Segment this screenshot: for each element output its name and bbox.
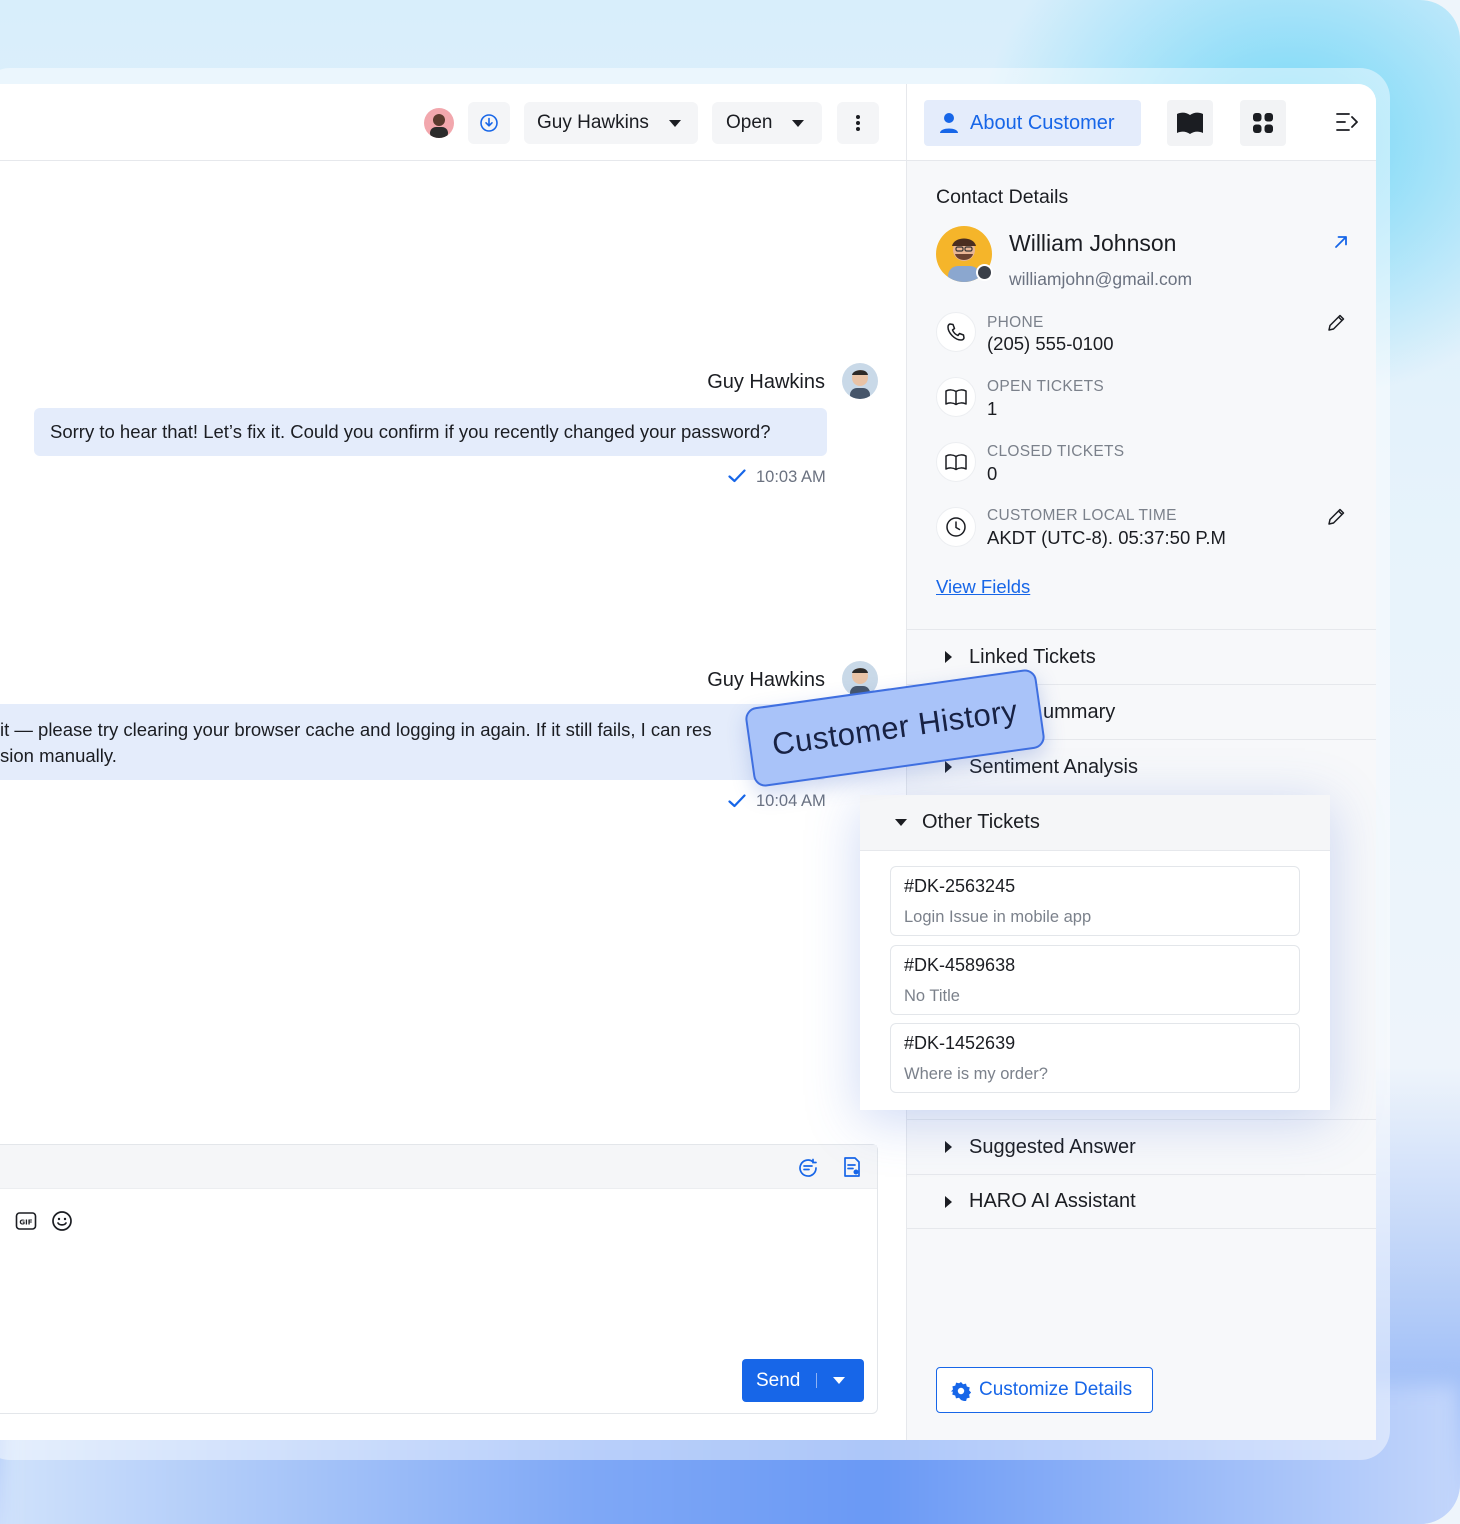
download-button[interactable] <box>468 102 510 144</box>
collapse-panel-icon[interactable] <box>1335 111 1359 133</box>
accordion-label: Linked Tickets <box>969 645 1096 668</box>
message-text-line: sion manually. <box>0 745 117 766</box>
field-label: CUSTOMER LOCAL TIME <box>987 507 1177 524</box>
field-value: 0 <box>987 463 998 484</box>
chevron-right-icon <box>945 1141 952 1153</box>
status-dropdown-label: Open <box>726 112 773 133</box>
field-value: 1 <box>987 398 998 419</box>
field-label: CLOSED TICKETS <box>987 443 1125 460</box>
customize-details-label: Customize Details <box>979 1379 1133 1400</box>
download-icon <box>480 114 498 132</box>
ticket-card[interactable]: #DK-2563245 Login Issue in mobile app <box>890 866 1300 936</box>
field-label: OPEN TICKETS <box>987 378 1105 395</box>
apps-grid-icon <box>1253 113 1273 133</box>
ticket-id: #DK-4589638 <box>904 955 1016 975</box>
chevron-down-icon[interactable] <box>833 1377 845 1384</box>
message-sender: Guy Hawkins <box>707 669 825 691</box>
accordion-label: HARO AI Assistant <box>969 1190 1136 1212</box>
ticket-title: Login Issue in mobile app <box>904 908 1092 926</box>
customer-email: williamjohn@gmail.com <box>1009 269 1193 289</box>
message-bubble: it — please try clearing your browser ca… <box>0 704 827 780</box>
ticket-icon <box>945 454 967 471</box>
assignee-avatar[interactable] <box>424 108 454 138</box>
agent-dropdown-label: Guy Hawkins <box>537 112 649 133</box>
other-tickets-panel: Other Tickets #DK-2563245 Login Issue in… <box>860 795 1330 1110</box>
chevron-down-icon <box>792 120 804 127</box>
local-time-field-icon <box>936 507 976 547</box>
composer-toolbar <box>0 1145 877 1189</box>
message-text-line: it — please try clearing your browser ca… <box>0 719 712 740</box>
tab-about-customer-label: About Customer <box>970 111 1115 134</box>
message-time: 10:03 AM <box>756 468 826 486</box>
svg-text:GIF: GIF <box>19 1219 32 1227</box>
field-value: (205) 555-0100 <box>987 333 1114 354</box>
chevron-right-icon <box>945 761 952 773</box>
accordion-haro-ai-assistant[interactable]: HARO AI Assistant <box>907 1174 1376 1229</box>
edit-icon[interactable] <box>1327 313 1346 332</box>
sidebar-tabs: About Customer <box>907 84 1376 161</box>
field-value: AKDT (UTC-8). 05:37:50 P.M <box>987 527 1226 548</box>
ticket-card[interactable]: #DK-4589638 No Title <box>890 945 1300 1015</box>
customer-name: William Johnson <box>1009 230 1177 256</box>
ticket-icon <box>945 389 967 406</box>
chevron-down-icon <box>895 819 907 826</box>
user-icon <box>940 113 958 133</box>
customize-details-button[interactable]: Customize Details <box>936 1367 1153 1413</box>
ticket-id: #DK-2563245 <box>904 876 1016 896</box>
tab-book[interactable] <box>1167 100 1213 146</box>
ticket-title: Where is my order? <box>904 1065 1048 1083</box>
other-tickets-title: Other Tickets <box>922 811 1040 833</box>
helpdesk-app: Guy Hawkins Open Guy Hawkins Sorry to he… <box>0 84 1376 1440</box>
message-text: Sorry to hear that! Let’s fix it. Could … <box>50 421 771 442</box>
open-external-icon[interactable] <box>1334 235 1348 249</box>
message-sender: Guy Hawkins <box>707 371 825 393</box>
ticket-card[interactable]: #DK-1452639 Where is my order? <box>890 1023 1300 1093</box>
contact-details-title: Contact Details <box>936 186 1069 208</box>
check-icon <box>728 469 746 483</box>
phone-field-icon <box>936 312 976 352</box>
gif-icon[interactable]: GIF <box>15 1211 37 1231</box>
open-tickets-field-icon <box>936 377 976 417</box>
chevron-down-icon <box>669 120 681 127</box>
tab-apps[interactable] <box>1240 100 1286 146</box>
message-bubble: Sorry to hear that! Let’s fix it. Could … <box>34 408 827 456</box>
check-icon <box>728 794 746 808</box>
kebab-menu-icon <box>856 115 860 131</box>
accordion-suggested-answer[interactable]: Suggested Answer <box>907 1119 1376 1174</box>
book-icon <box>1177 112 1203 134</box>
template-icon[interactable] <box>841 1156 863 1178</box>
clock-icon <box>946 517 966 537</box>
send-button-label: Send <box>756 1369 801 1391</box>
accordion-label: Suggested Answer <box>969 1135 1136 1158</box>
ticket-title: No Title <box>904 987 960 1005</box>
edit-icon[interactable] <box>1327 507 1346 526</box>
agent-avatar <box>842 363 878 399</box>
send-button[interactable]: Send <box>742 1359 864 1402</box>
field-label: PHONE <box>987 314 1044 331</box>
closed-tickets-field-icon <box>936 442 976 482</box>
ticket-id: #DK-1452639 <box>904 1033 1016 1053</box>
status-dropdown[interactable]: Open <box>712 102 822 144</box>
accordion-label: ummary <box>1043 700 1116 723</box>
view-fields-link[interactable]: View Fields <box>936 576 1030 598</box>
ai-rewrite-icon[interactable] <box>797 1157 819 1179</box>
emoji-icon[interactable] <box>51 1210 73 1232</box>
message-time: 10:04 AM <box>756 792 826 810</box>
chevron-right-icon <box>945 651 952 663</box>
gear-icon <box>951 1382 971 1401</box>
accordion-label: Sentiment Analysis <box>969 755 1138 778</box>
send-divider <box>816 1373 817 1388</box>
tab-about-customer[interactable]: About Customer <box>924 100 1141 146</box>
more-options-button[interactable] <box>837 102 879 144</box>
other-tickets-header[interactable]: Other Tickets <box>860 795 1330 851</box>
phone-icon <box>947 323 965 341</box>
chat-header: Guy Hawkins Open <box>0 84 906 161</box>
customer-sidebar: About Customer Contact Details William J… <box>906 84 1376 1440</box>
agent-dropdown[interactable]: Guy Hawkins <box>524 102 698 144</box>
chevron-right-icon <box>945 1195 952 1208</box>
avatar-status-badge <box>976 264 993 281</box>
